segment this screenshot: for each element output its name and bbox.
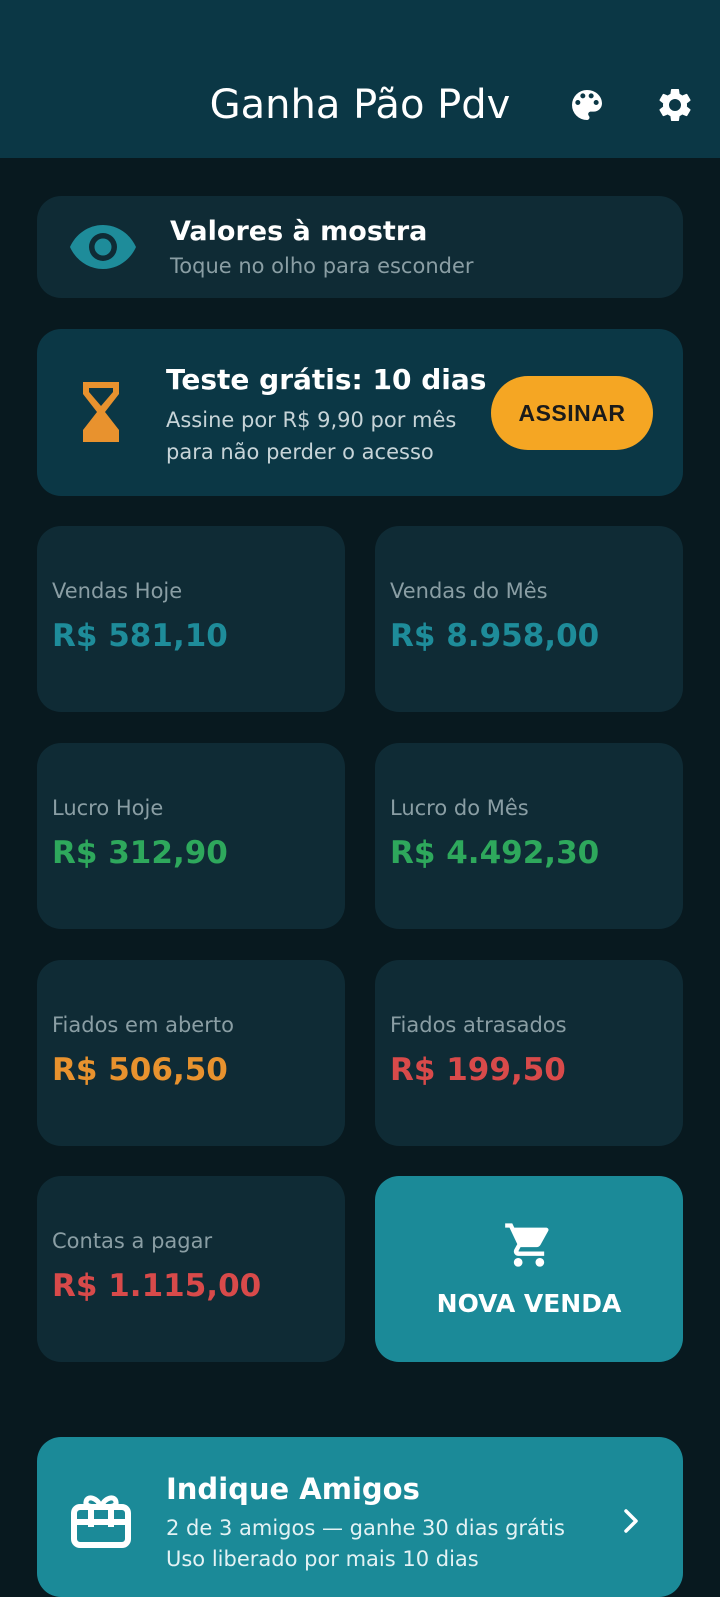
stat-card-overdue-credit[interactable]: Fiados atrasados R$ 199,50: [375, 960, 683, 1146]
trial-title: Teste grátis: 10 dias: [166, 363, 487, 396]
stat-label: Fiados em aberto: [52, 1013, 234, 1037]
app-title: Ganha Pão Pdv: [209, 82, 511, 128]
stat-value: R$ 581,10: [52, 618, 228, 654]
stat-label: Lucro do Mês: [390, 796, 529, 820]
cart-icon: [505, 1223, 549, 1267]
palette-button[interactable]: [564, 82, 610, 128]
visibility-title: Valores à mostra: [170, 216, 428, 247]
stat-card-profit-today[interactable]: Lucro Hoje R$ 312,90: [37, 743, 345, 929]
stat-value: R$ 312,90: [52, 835, 228, 871]
referral-progress: 2 de 3 amigos — ganhe 30 dias grátis: [166, 1516, 565, 1540]
settings-button[interactable]: [652, 82, 698, 128]
stat-value: R$ 8.958,00: [390, 618, 600, 654]
hourglass-icon: [83, 382, 119, 442]
referral-extra: Uso liberado por mais 10 dias: [166, 1547, 479, 1571]
trial-description-line2: para não perder o acesso: [166, 440, 434, 464]
stat-value: R$ 4.492,30: [390, 835, 600, 871]
new-sale-button[interactable]: NOVA VENDA: [375, 1176, 683, 1362]
visibility-card[interactable]: Valores à mostra Toque no olho para esco…: [37, 196, 683, 298]
chevron-right-icon: [624, 1509, 638, 1533]
stat-value: R$ 506,50: [52, 1052, 228, 1088]
gift-icon: [71, 1495, 131, 1548]
stat-label: Lucro Hoje: [52, 796, 164, 820]
subscribe-button[interactable]: ASSINAR: [491, 376, 653, 450]
stat-label: Vendas do Mês: [390, 579, 548, 603]
trial-description-line1: Assine por R$ 9,90 por mês: [166, 408, 457, 432]
stat-card-profit-month[interactable]: Lucro do Mês R$ 4.492,30: [375, 743, 683, 929]
new-sale-label: NOVA VENDA: [436, 1289, 622, 1318]
palette-icon: [572, 90, 602, 120]
gear-icon: [659, 88, 691, 121]
stat-value: R$ 199,50: [390, 1052, 566, 1088]
eye-icon[interactable]: [69, 222, 137, 272]
stat-card-bills-payable[interactable]: Contas a pagar R$ 1.115,00: [37, 1176, 345, 1362]
stat-label: Contas a pagar: [52, 1229, 213, 1253]
referral-card[interactable]: Indique Amigos 2 de 3 amigos — ganhe 30 …: [37, 1437, 683, 1597]
stat-card-open-credit[interactable]: Fiados em aberto R$ 506,50: [37, 960, 345, 1146]
stat-card-sales-month[interactable]: Vendas do Mês R$ 8.958,00: [375, 526, 683, 712]
stat-label: Vendas Hoje: [52, 579, 183, 603]
visibility-subtitle: Toque no olho para esconder: [170, 254, 474, 278]
stat-card-sales-today[interactable]: Vendas Hoje R$ 581,10: [37, 526, 345, 712]
referral-title: Indique Amigos: [166, 1472, 420, 1506]
stat-label: Fiados atrasados: [390, 1013, 567, 1037]
stat-value: R$ 1.115,00: [52, 1268, 262, 1304]
trial-card: Teste grátis: 10 dias Assine por R$ 9,90…: [37, 329, 683, 496]
app-bar: Ganha Pão Pdv: [0, 0, 720, 158]
